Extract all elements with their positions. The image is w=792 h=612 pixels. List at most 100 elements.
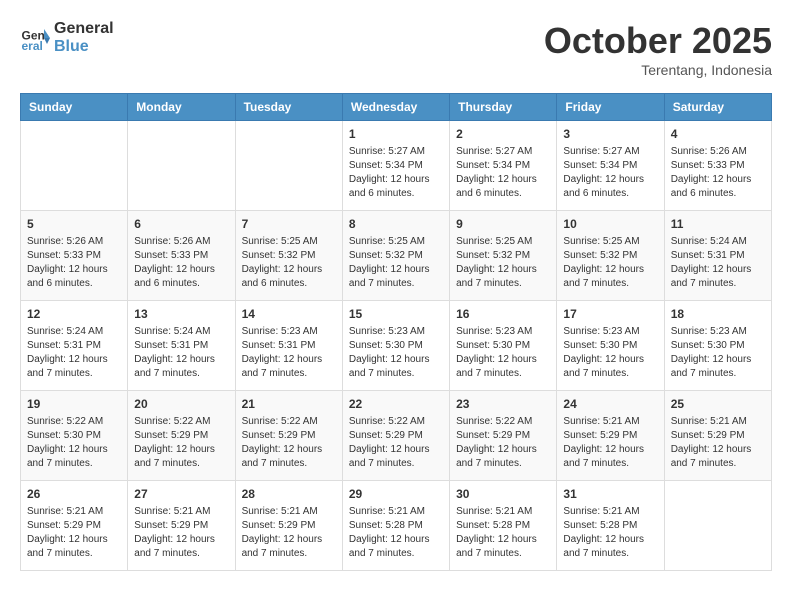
logo: Gen eral General Blue bbox=[20, 20, 114, 55]
day-number: 3 bbox=[563, 126, 657, 143]
day-number: 10 bbox=[563, 216, 657, 233]
day-number: 18 bbox=[671, 306, 765, 323]
day-number: 17 bbox=[563, 306, 657, 323]
calendar-cell: 23 Sunrise: 5:22 AM Sunset: 5:29 PM Dayli… bbox=[450, 391, 557, 481]
calendar-cell bbox=[21, 121, 128, 211]
day-info: Sunrise: 5:21 AM Sunset: 5:28 PM Dayligh… bbox=[563, 505, 657, 561]
title-block: October 2025 Terentang, Indonesia bbox=[544, 20, 772, 78]
svg-text:eral: eral bbox=[22, 39, 43, 53]
day-number: 26 bbox=[27, 486, 121, 503]
calendar-cell: 24 Sunrise: 5:21 AM Sunset: 5:29 PM Dayli… bbox=[557, 391, 664, 481]
calendar-cell: 6 Sunrise: 5:26 AM Sunset: 5:33 PM Daylig… bbox=[128, 211, 235, 301]
day-info: Sunrise: 5:24 AM Sunset: 5:31 PM Dayligh… bbox=[27, 325, 121, 381]
calendar-cell: 12 Sunrise: 5:24 AM Sunset: 5:31 PM Dayli… bbox=[21, 301, 128, 391]
calendar-cell: 8 Sunrise: 5:25 AM Sunset: 5:32 PM Daylig… bbox=[342, 211, 449, 301]
day-info: Sunrise: 5:21 AM Sunset: 5:29 PM Dayligh… bbox=[563, 415, 657, 471]
day-info: Sunrise: 5:22 AM Sunset: 5:29 PM Dayligh… bbox=[349, 415, 443, 471]
day-number: 9 bbox=[456, 216, 550, 233]
day-number: 14 bbox=[242, 306, 336, 323]
day-number: 16 bbox=[456, 306, 550, 323]
calendar-cell: 25 Sunrise: 5:21 AM Sunset: 5:29 PM Dayli… bbox=[664, 391, 771, 481]
calendar-cell: 5 Sunrise: 5:26 AM Sunset: 5:33 PM Daylig… bbox=[21, 211, 128, 301]
day-info: Sunrise: 5:27 AM Sunset: 5:34 PM Dayligh… bbox=[349, 145, 443, 201]
day-info: Sunrise: 5:21 AM Sunset: 5:29 PM Dayligh… bbox=[27, 505, 121, 561]
logo-text-blue: Blue bbox=[54, 38, 114, 56]
day-number: 2 bbox=[456, 126, 550, 143]
calendar-header-monday: Monday bbox=[128, 94, 235, 121]
calendar-cell: 31 Sunrise: 5:21 AM Sunset: 5:28 PM Dayli… bbox=[557, 481, 664, 571]
day-info: Sunrise: 5:23 AM Sunset: 5:30 PM Dayligh… bbox=[563, 325, 657, 381]
day-info: Sunrise: 5:23 AM Sunset: 5:30 PM Dayligh… bbox=[671, 325, 765, 381]
day-info: Sunrise: 5:24 AM Sunset: 5:31 PM Dayligh… bbox=[134, 325, 228, 381]
calendar-cell: 10 Sunrise: 5:25 AM Sunset: 5:32 PM Dayli… bbox=[557, 211, 664, 301]
day-number: 4 bbox=[671, 126, 765, 143]
day-info: Sunrise: 5:22 AM Sunset: 5:29 PM Dayligh… bbox=[134, 415, 228, 471]
calendar-table: SundayMondayTuesdayWednesdayThursdayFrid… bbox=[20, 93, 772, 571]
day-info: Sunrise: 5:25 AM Sunset: 5:32 PM Dayligh… bbox=[456, 235, 550, 291]
day-info: Sunrise: 5:21 AM Sunset: 5:28 PM Dayligh… bbox=[349, 505, 443, 561]
calendar-header-thursday: Thursday bbox=[450, 94, 557, 121]
day-number: 7 bbox=[242, 216, 336, 233]
calendar-cell: 28Sunrise: 5:21 AM Sunset: 5:29 PM Dayli… bbox=[235, 481, 342, 571]
day-info: Sunrise: 5:22 AM Sunset: 5:29 PM Dayligh… bbox=[456, 415, 550, 471]
day-info: Sunrise: 5:24 AM Sunset: 5:31 PM Dayligh… bbox=[671, 235, 765, 291]
calendar-week-5: 26 Sunrise: 5:21 AM Sunset: 5:29 PM Dayli… bbox=[21, 481, 772, 571]
day-number: 22 bbox=[349, 396, 443, 413]
day-number: 31 bbox=[563, 486, 657, 503]
calendar-header-tuesday: Tuesday bbox=[235, 94, 342, 121]
logo-text-general: General bbox=[54, 20, 114, 38]
day-number: 20 bbox=[134, 396, 228, 413]
calendar-header-sunday: Sunday bbox=[21, 94, 128, 121]
day-info: Sunrise: 5:22 AM Sunset: 5:30 PM Dayligh… bbox=[27, 415, 121, 471]
calendar-header-friday: Friday bbox=[557, 94, 664, 121]
day-info: Sunrise: 5:23 AM Sunset: 5:31 PM Dayligh… bbox=[242, 325, 336, 381]
day-number: 25 bbox=[671, 396, 765, 413]
calendar-cell: 14 Sunrise: 5:23 AM Sunset: 5:31 PM Dayli… bbox=[235, 301, 342, 391]
calendar-header-row: SundayMondayTuesdayWednesdayThursdayFrid… bbox=[21, 94, 772, 121]
logo-icon: Gen eral bbox=[20, 23, 50, 53]
calendar-week-3: 12 Sunrise: 5:24 AM Sunset: 5:31 PM Dayli… bbox=[21, 301, 772, 391]
calendar-header-saturday: Saturday bbox=[664, 94, 771, 121]
day-info: Sunrise: 5:21 AM Sunset: 5:28 PM Dayligh… bbox=[456, 505, 550, 561]
calendar-cell: 22 Sunrise: 5:22 AM Sunset: 5:29 PM Dayli… bbox=[342, 391, 449, 481]
day-info: Sunrise: 5:23 AM Sunset: 5:30 PM Dayligh… bbox=[349, 325, 443, 381]
day-info: Sunrise: 5:25 AM Sunset: 5:32 PM Dayligh… bbox=[563, 235, 657, 291]
day-info: Sunrise: 5:23 AM Sunset: 5:30 PM Dayligh… bbox=[456, 325, 550, 381]
day-info: Sunrise: 5:27 AM Sunset: 5:34 PM Dayligh… bbox=[563, 145, 657, 201]
month-title: October 2025 bbox=[544, 20, 772, 62]
calendar-cell: 26 Sunrise: 5:21 AM Sunset: 5:29 PM Dayli… bbox=[21, 481, 128, 571]
calendar-week-2: 5 Sunrise: 5:26 AM Sunset: 5:33 PM Daylig… bbox=[21, 211, 772, 301]
day-number: 29 bbox=[349, 486, 443, 503]
calendar-cell bbox=[664, 481, 771, 571]
day-number: 23 bbox=[456, 396, 550, 413]
calendar-cell: 19Sunrise: 5:22 AM Sunset: 5:30 PM Dayli… bbox=[21, 391, 128, 481]
day-number: 11 bbox=[671, 216, 765, 233]
day-number: 24 bbox=[563, 396, 657, 413]
calendar-cell: 18 Sunrise: 5:23 AM Sunset: 5:30 PM Dayli… bbox=[664, 301, 771, 391]
day-number: 13 bbox=[134, 306, 228, 323]
calendar-cell: 7 Sunrise: 5:25 AM Sunset: 5:32 PM Daylig… bbox=[235, 211, 342, 301]
day-number: 30 bbox=[456, 486, 550, 503]
day-number: 5 bbox=[27, 216, 121, 233]
calendar-cell: 27Sunrise: 5:21 AM Sunset: 5:29 PM Dayli… bbox=[128, 481, 235, 571]
day-number: 12 bbox=[27, 306, 121, 323]
calendar-cell: 30 Sunrise: 5:21 AM Sunset: 5:28 PM Dayli… bbox=[450, 481, 557, 571]
day-info: Sunrise: 5:25 AM Sunset: 5:32 PM Dayligh… bbox=[242, 235, 336, 291]
day-number: 6 bbox=[134, 216, 228, 233]
day-number: 8 bbox=[349, 216, 443, 233]
day-info: Sunrise: 5:26 AM Sunset: 5:33 PM Dayligh… bbox=[671, 145, 765, 201]
day-info: Sunrise: 5:21 AM Sunset: 5:29 PM Dayligh… bbox=[242, 505, 336, 561]
calendar-cell: 17 Sunrise: 5:23 AM Sunset: 5:30 PM Dayli… bbox=[557, 301, 664, 391]
calendar-week-1: 1Sunrise: 5:27 AM Sunset: 5:34 PM Daylig… bbox=[21, 121, 772, 211]
day-info: Sunrise: 5:26 AM Sunset: 5:33 PM Dayligh… bbox=[134, 235, 228, 291]
day-info: Sunrise: 5:22 AM Sunset: 5:29 PM Dayligh… bbox=[242, 415, 336, 471]
day-info: Sunrise: 5:26 AM Sunset: 5:33 PM Dayligh… bbox=[27, 235, 121, 291]
page-header: Gen eral General Blue October 2025 Teren… bbox=[20, 20, 772, 78]
calendar-cell: 29 Sunrise: 5:21 AM Sunset: 5:28 PM Dayli… bbox=[342, 481, 449, 571]
day-info: Sunrise: 5:27 AM Sunset: 5:34 PM Dayligh… bbox=[456, 145, 550, 201]
calendar-cell: 15 Sunrise: 5:23 AM Sunset: 5:30 PM Dayli… bbox=[342, 301, 449, 391]
day-number: 15 bbox=[349, 306, 443, 323]
day-info: Sunrise: 5:25 AM Sunset: 5:32 PM Dayligh… bbox=[349, 235, 443, 291]
day-info: Sunrise: 5:21 AM Sunset: 5:29 PM Dayligh… bbox=[671, 415, 765, 471]
calendar-cell: 13 Sunrise: 5:24 AM Sunset: 5:31 PM Dayli… bbox=[128, 301, 235, 391]
